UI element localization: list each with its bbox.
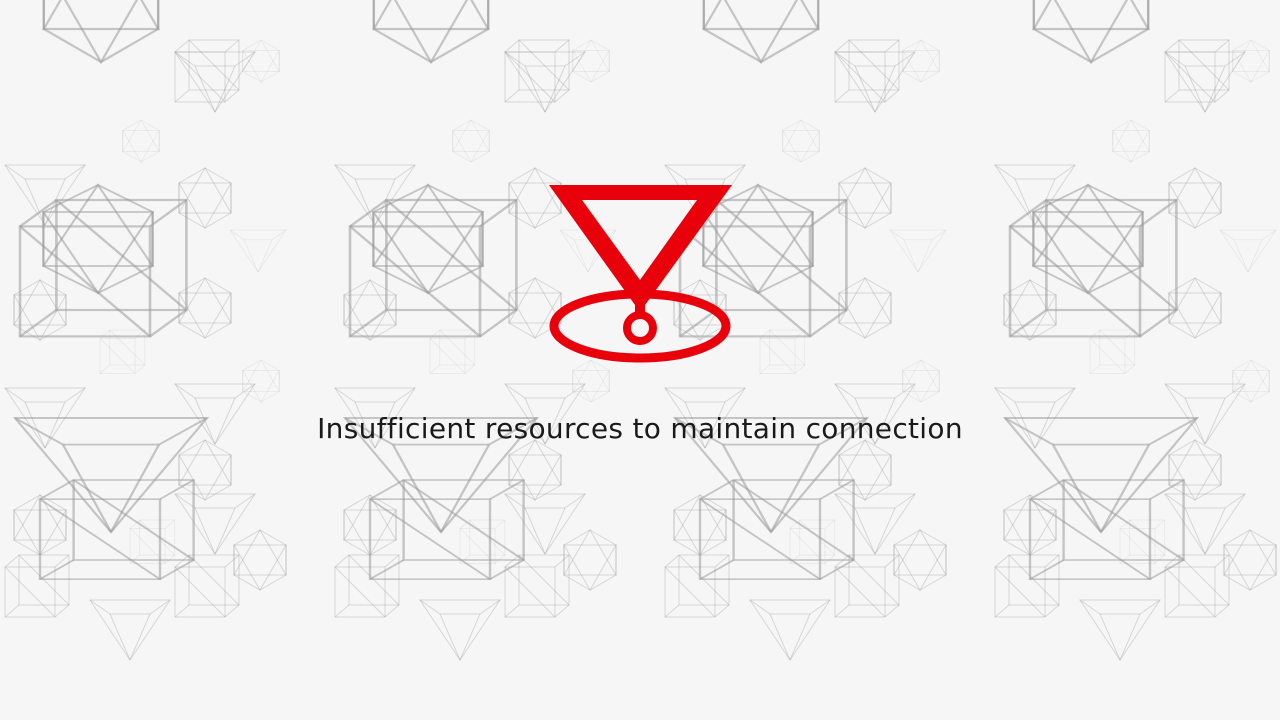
- error-message: Insufficient resources to maintain conne…: [317, 412, 963, 445]
- disconnect-warning-icon: [549, 185, 732, 363]
